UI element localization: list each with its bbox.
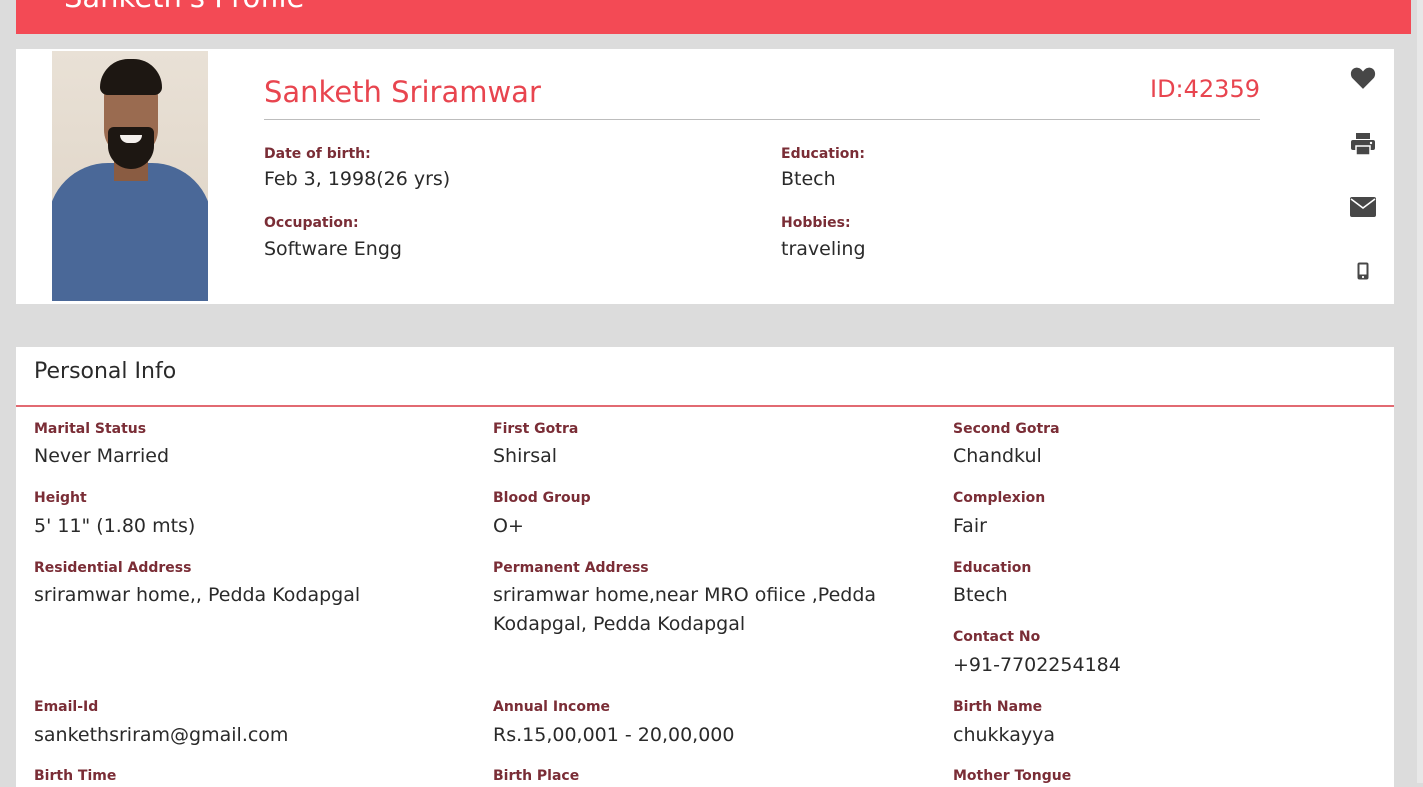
complexion-label: Complexion xyxy=(953,490,1046,506)
marital-status-value: Never Married xyxy=(34,445,170,467)
birth-name-label: Birth Name xyxy=(953,699,1043,715)
profile-summary-card: Sanketh Sriramwar ID:42359 Date of birth… xyxy=(16,49,1394,304)
profile-name: Sanketh Sriramwar xyxy=(264,75,541,109)
first-gotra-label: First Gotra xyxy=(493,421,579,437)
birth-time-label: Birth Time xyxy=(34,768,117,784)
annual-income-value: Rs.15,00,001 - 20,00,000 xyxy=(493,724,735,746)
email-id-value: sankethsriram@gmail.com xyxy=(34,724,289,746)
birth-place-label: Birth Place xyxy=(493,768,580,784)
contact-no-value: +91-7702254184 xyxy=(953,654,1121,676)
section-title: Personal Info xyxy=(34,359,177,384)
heart-icon[interactable] xyxy=(1350,65,1376,91)
education-value: Btech xyxy=(781,168,836,190)
email-id-label: Email-Id xyxy=(34,699,99,715)
second-gotra-label: Second Gotra xyxy=(953,421,1060,437)
height-value: 5' 11" (1.80 mts) xyxy=(34,515,196,537)
print-icon[interactable] xyxy=(1350,131,1376,157)
blood-group-value: O+ xyxy=(493,515,524,537)
contact-no-label: Contact No xyxy=(953,629,1041,645)
education-info-label: Education xyxy=(953,560,1032,576)
envelope-icon[interactable] xyxy=(1350,194,1376,220)
occupation-value: Software Engg xyxy=(264,238,402,260)
permanent-address-label: Permanent Address xyxy=(493,560,649,576)
section-divider xyxy=(16,405,1394,407)
education-info-value: Btech xyxy=(953,584,1008,606)
complexion-value: Fair xyxy=(953,515,987,537)
blood-group-label: Blood Group xyxy=(493,490,591,506)
profile-header-banner: Sanketh's Profile xyxy=(16,0,1411,34)
personal-info-section: Personal Info Marital Status Never Marri… xyxy=(16,347,1394,787)
residential-address-label: Residential Address xyxy=(34,560,192,576)
profile-photo xyxy=(52,51,208,301)
second-gotra-value: Chandkul xyxy=(953,445,1042,467)
height-label: Height xyxy=(34,490,87,506)
annual-income-label: Annual Income xyxy=(493,699,611,715)
marital-status-label: Marital Status xyxy=(34,421,147,437)
first-gotra-value: Shirsal xyxy=(493,445,558,467)
hobbies-value: traveling xyxy=(781,238,866,260)
hobbies-label: Hobbies: xyxy=(781,215,851,231)
dob-value: Feb 3, 1998(26 yrs) xyxy=(264,168,451,190)
dob-label: Date of birth: xyxy=(264,146,371,162)
mother-tongue-label: Mother Tongue xyxy=(953,768,1072,784)
education-label: Education: xyxy=(781,146,865,162)
page-title: Sanketh's Profile xyxy=(64,0,304,15)
permanent-address-value: sriramwar home,near MRO ofiice ,Pedda Ko… xyxy=(493,584,877,635)
profile-id: ID:42359 xyxy=(1150,75,1260,103)
birth-name-value: chukkayya xyxy=(953,724,1055,746)
residential-address-value: sriramwar home,, Pedda Kodapgal xyxy=(34,584,361,606)
name-divider xyxy=(264,119,1260,120)
page-scrollbar[interactable] xyxy=(1417,0,1423,783)
mobile-phone-icon[interactable] xyxy=(1350,258,1376,284)
occupation-label: Occupation: xyxy=(264,215,359,231)
